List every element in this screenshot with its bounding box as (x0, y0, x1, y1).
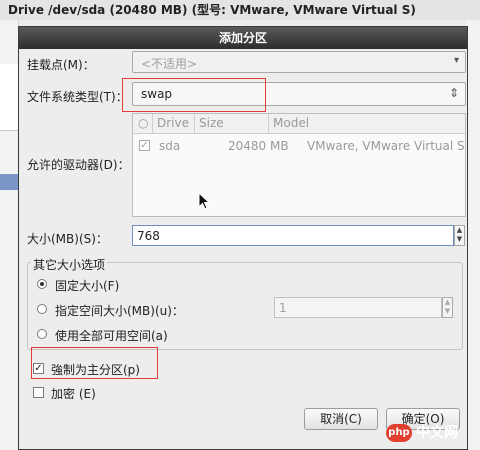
mount-point-label: 挂载点(M)： (27, 58, 95, 72)
php-logo-icon: php (386, 424, 412, 442)
size-value: 768 (137, 229, 160, 243)
php-chinese-watermark: php 中文网 (386, 420, 476, 446)
drive-row-drive: sda (159, 139, 181, 153)
fill-up-to-input[interactable]: 1 (274, 297, 442, 318)
background-list-area (0, 64, 18, 131)
fill-up-to-spin-button[interactable]: ▲ ▼ (442, 297, 453, 318)
drive-row-checkbox[interactable]: ✓ (139, 140, 150, 151)
mount-point-combo[interactable]: <不适用> ▾ (132, 51, 466, 73)
column-header-size[interactable]: Size (195, 114, 269, 133)
mount-point-value: <不适用> (141, 57, 198, 71)
screen: Drive /dev/sda (20480 MB) (型号: VMware, V… (0, 0, 480, 450)
fill-up-to-radio[interactable] (37, 304, 47, 314)
drives-label: 允许的驱动器(D)： (27, 158, 130, 172)
add-partition-dialog: 添加分区 挂载点(M)： <不适用> ▾ 文件系统类型(T)： swap ⇕ 允… (18, 26, 468, 450)
force-primary-highlight-box (31, 347, 158, 379)
fs-type-highlight-box (122, 78, 266, 112)
background-window-title: Drive /dev/sda (20480 MB) (型号: VMware, V… (0, 0, 480, 20)
dialog-title: 添加分区 (19, 27, 467, 49)
drive-row-size: 20480 MB (228, 139, 289, 153)
fill-up-to-value: 1 (279, 301, 287, 315)
other-size-options-title: 其它大小选项 (31, 256, 108, 273)
encrypt-label[interactable]: 加密 (E) (51, 385, 96, 402)
cancel-button[interactable]: 取消(C) (304, 408, 378, 430)
size-spin-button[interactable]: ▲ ▼ (454, 225, 465, 246)
mouse-cursor-icon (198, 192, 210, 210)
watermark-text: 中文网 (416, 425, 458, 441)
fixed-size-label[interactable]: 固定大小(F) (55, 277, 119, 294)
chevron-down-icon: ▾ (453, 55, 459, 66)
fill-all-label[interactable]: 使用全部可用空间(a) (55, 327, 168, 344)
column-header-drive[interactable]: Drive (153, 114, 195, 133)
fill-up-to-label[interactable]: 指定空间大小(MB)(u)： (55, 302, 184, 319)
drives-table[interactable]: ○ Drive Size Model ✓ sda 20480 MB VMware… (132, 113, 466, 217)
drive-row-model: VMware, VMware Virtual S (307, 139, 465, 153)
background-window-right-strip (466, 20, 480, 450)
column-header-model[interactable]: Model (269, 114, 465, 133)
encrypt-checkbox[interactable] (33, 387, 44, 398)
size-label: 大小(MB)(S)： (27, 232, 108, 246)
size-input[interactable]: 768 (132, 225, 454, 246)
fs-type-label: 文件系统类型(T)： (27, 90, 128, 104)
background-selected-row[interactable] (0, 174, 18, 190)
header-check-icon: ○ (133, 114, 153, 133)
fixed-size-radio[interactable] (37, 279, 47, 289)
updown-arrow-icon: ⇕ (448, 86, 459, 100)
fill-all-radio[interactable] (37, 329, 47, 339)
